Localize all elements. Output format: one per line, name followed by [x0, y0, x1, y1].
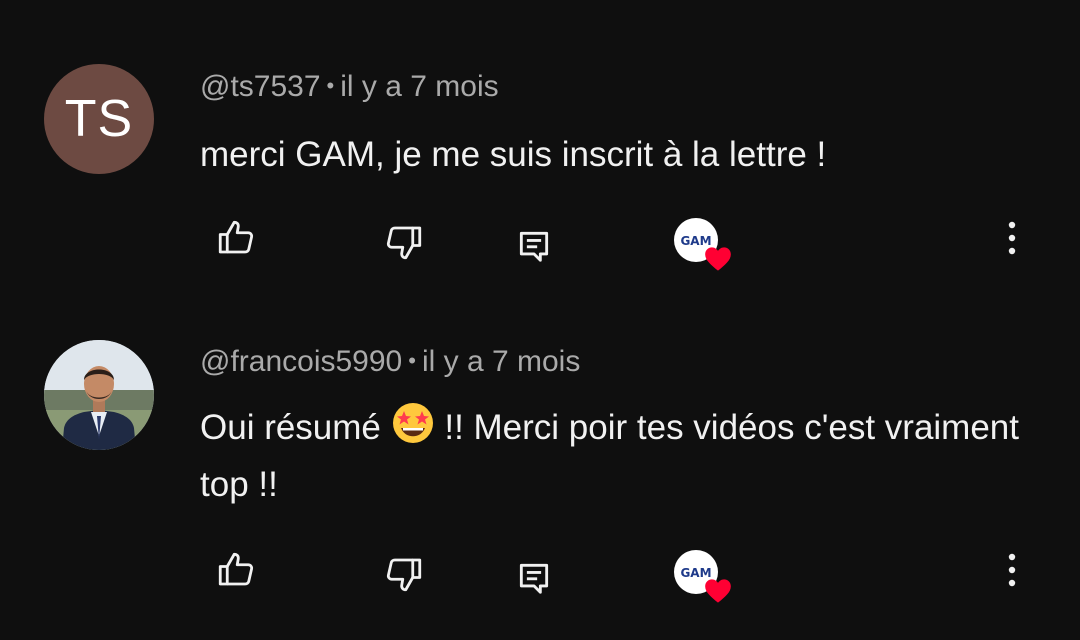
dislike-button[interactable] — [376, 546, 432, 602]
thumbs-down-icon — [386, 226, 422, 260]
thumbs-down-icon — [386, 558, 422, 592]
reply-comment-icon — [519, 563, 549, 594]
comment-text-part: Oui résumé — [200, 408, 391, 447]
comment-author[interactable]: @ts7537 — [200, 70, 321, 103]
comment-time[interactable]: il y a 7 mois — [340, 70, 498, 103]
meta-separator: • — [408, 348, 416, 373]
meta-separator: • — [326, 73, 335, 98]
more-vertical-icon — [1008, 553, 1016, 587]
avatar-photo-image — [44, 340, 154, 450]
reply-button[interactable] — [506, 218, 562, 274]
reply-comment-icon — [519, 231, 549, 262]
more-options-button[interactable] — [984, 542, 1040, 598]
comment-text: merci GAM, je me suis inscrit à la lettr… — [200, 126, 1020, 183]
creator-heart[interactable]: GAM — [674, 548, 734, 608]
creator-heart[interactable]: GAM — [674, 216, 734, 276]
more-options-button[interactable] — [984, 210, 1040, 266]
thumbs-up-icon — [218, 552, 254, 586]
creator-heart-icon — [705, 247, 731, 271]
thumbs-up-icon — [218, 220, 254, 254]
star-struck-emoji — [392, 403, 433, 443]
avatar-initials: TS — [64, 90, 134, 148]
creator-heart-icon — [705, 579, 731, 603]
like-button[interactable] — [208, 210, 264, 266]
comment-author[interactable]: @francois5990 — [200, 345, 402, 378]
comment-text-content: merci GAM, je me suis inscrit à la lettr… — [200, 135, 827, 174]
comment-meta: @ts7537 • il y a 7 mois — [200, 70, 499, 104]
comment-text: Oui résumé !! Merci poir tes vidéos c'es… — [200, 399, 1020, 513]
more-vertical-icon — [1008, 221, 1016, 255]
comment-actions: GAM — [0, 208, 1080, 271]
reply-button[interactable] — [506, 550, 562, 606]
comment-time[interactable]: il y a 7 mois — [422, 345, 580, 378]
comment-meta: @francois5990 • il y a 7 mois — [200, 345, 580, 379]
comment-actions: GAM — [0, 540, 1080, 603]
avatar[interactable] — [44, 340, 154, 450]
avatar[interactable]: TS — [44, 64, 154, 174]
like-button[interactable] — [208, 542, 264, 598]
dislike-button[interactable] — [376, 214, 432, 270]
